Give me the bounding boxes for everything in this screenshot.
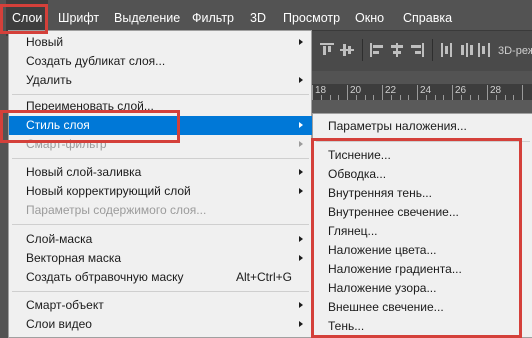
align-top-icon[interactable]	[320, 43, 334, 57]
submenu-arrow-icon	[299, 39, 303, 45]
distribute-center-icon[interactable]	[460, 43, 474, 57]
menu-item-delete[interactable]: Удалить	[9, 71, 312, 90]
menu-item-label: Удалить	[26, 73, 72, 87]
submenu-arrow-icon	[299, 255, 303, 261]
menu-item-label: Новый	[26, 35, 64, 49]
submenu-item-stroke[interactable]: Обводка...	[313, 165, 532, 184]
options-bar: 3D-реж	[312, 30, 532, 71]
submenu-item-color-overlay[interactable]: Наложение цвета...	[313, 241, 532, 260]
menu-item-label: Создать дубликат слоя...	[26, 54, 166, 68]
menu-item-label: Наложение узора...	[328, 281, 437, 295]
menu-item-label: Тиснение...	[328, 148, 391, 162]
menu-item-label: Глянец...	[328, 224, 378, 238]
menu-item-new-fill-layer[interactable]: Новый слой-заливка	[9, 163, 312, 182]
menu-item-layer-content-options[interactable]: Параметры содержимого слоя...	[9, 201, 312, 220]
submenu-item-blending-options[interactable]: Параметры наложения...	[313, 117, 532, 136]
menu-separator	[12, 224, 309, 225]
menu-item-label: Внутреннее свечение...	[328, 205, 459, 219]
shortcut-label: Alt+Ctrl+G	[236, 270, 293, 284]
submenu-item-pattern-overlay[interactable]: Наложение узора...	[313, 279, 532, 298]
submenu-arrow-icon	[299, 77, 303, 83]
distribute-left-icon[interactable]	[440, 43, 454, 57]
menu-item-label: Тень...	[328, 319, 365, 333]
menu-separator	[12, 94, 309, 95]
menu-item-duplicate-layer[interactable]: Создать дубликат слоя...	[9, 52, 312, 71]
menu-separator	[316, 141, 530, 142]
menu-item-label: Новый слой-заливка	[26, 165, 142, 179]
menu-item-label: Переименовать слой...	[26, 99, 154, 113]
menu-item-label: Стиль слоя	[26, 118, 90, 132]
submenu-arrow-icon	[299, 302, 303, 308]
submenu-item-inner-glow[interactable]: Внутреннее свечение...	[313, 203, 532, 222]
submenu-arrow-icon	[299, 236, 303, 242]
menu-item-label: Обводка...	[328, 167, 387, 181]
menu-item-label: Создать обтравочную маску	[26, 270, 184, 284]
menu-item-label: Параметры наложения...	[328, 119, 467, 133]
menu-item-rename-layer[interactable]: Переименовать слой...	[9, 97, 312, 116]
menu-item-new[interactable]: Новый	[9, 33, 312, 52]
menu-item-label: Внешнее свечение...	[328, 300, 444, 314]
menu-item-label: Внутренняя тень...	[328, 186, 432, 200]
menu-item-video-layers[interactable]: Слои видео	[9, 315, 312, 334]
submenu-item-outer-glow[interactable]: Внешнее свечение...	[313, 298, 532, 317]
submenu-item-gradient-overlay[interactable]: Наложение градиента...	[313, 260, 532, 279]
submenu-arrow-icon	[299, 188, 303, 194]
menu-item-label: Слой-маска	[26, 232, 93, 246]
menu-item-label: Наложение градиента...	[328, 262, 462, 276]
submenu-item-inner-shadow[interactable]: Внутренняя тень...	[313, 184, 532, 203]
menu-item-layer-mask[interactable]: Слой-маска	[9, 230, 312, 249]
toolbar-divider	[362, 39, 363, 61]
3d-mode-label: 3D-реж	[498, 45, 532, 57]
submenu-arrow-icon	[299, 122, 303, 128]
menu-item-smart-filter[interactable]: Смарт-фильтр	[9, 135, 312, 154]
submenu-arrow-icon	[299, 141, 303, 147]
horizontal-ruler: 18 20 22 24 26 28	[312, 84, 532, 100]
menu-separator	[12, 158, 309, 159]
align-right-icon[interactable]	[410, 43, 424, 57]
menu-item-label: Смарт-объект	[26, 298, 104, 312]
menu-item-label: Новый корректирующий слой	[26, 184, 191, 198]
menu-item-label: Смарт-фильтр	[26, 137, 107, 151]
menu-separator	[12, 291, 309, 292]
menu-item-label: Слои видео	[26, 317, 92, 331]
align-center-icon[interactable]	[390, 43, 404, 57]
menu-item-layer-style[interactable]: Стиль слоя	[9, 116, 312, 135]
menu-item-vector-mask[interactable]: Векторная маска	[9, 249, 312, 268]
align-middle-icon[interactable]	[340, 43, 354, 57]
menu-item-label: Наложение цвета...	[328, 243, 437, 257]
layer-menu: Новый Создать дубликат слоя... Удалить П…	[8, 30, 312, 338]
submenu-item-drop-shadow[interactable]: Тень...	[313, 317, 532, 336]
menu-item-smart-object[interactable]: Смарт-объект	[9, 296, 312, 315]
submenu-arrow-icon	[299, 321, 303, 327]
menu-item-new-adjustment-layer[interactable]: Новый корректирующий слой	[9, 182, 312, 201]
submenu-item-bevel-emboss[interactable]: Тиснение...	[313, 146, 532, 165]
menu-item-label: Параметры содержимого слоя...	[26, 203, 207, 217]
layer-style-submenu: Параметры наложения... Тиснение... Обвод…	[312, 113, 532, 338]
menu-item-label: Векторная маска	[26, 251, 122, 265]
menu-item-create-clipping-mask[interactable]: Создать обтравочную маску Alt+Ctrl+G	[9, 268, 312, 287]
submenu-item-satin[interactable]: Глянец...	[313, 222, 532, 241]
submenu-arrow-icon	[299, 169, 303, 175]
align-left-icon[interactable]	[370, 43, 384, 57]
distribute-right-icon[interactable]	[478, 43, 492, 57]
toolbar-divider	[432, 39, 433, 61]
